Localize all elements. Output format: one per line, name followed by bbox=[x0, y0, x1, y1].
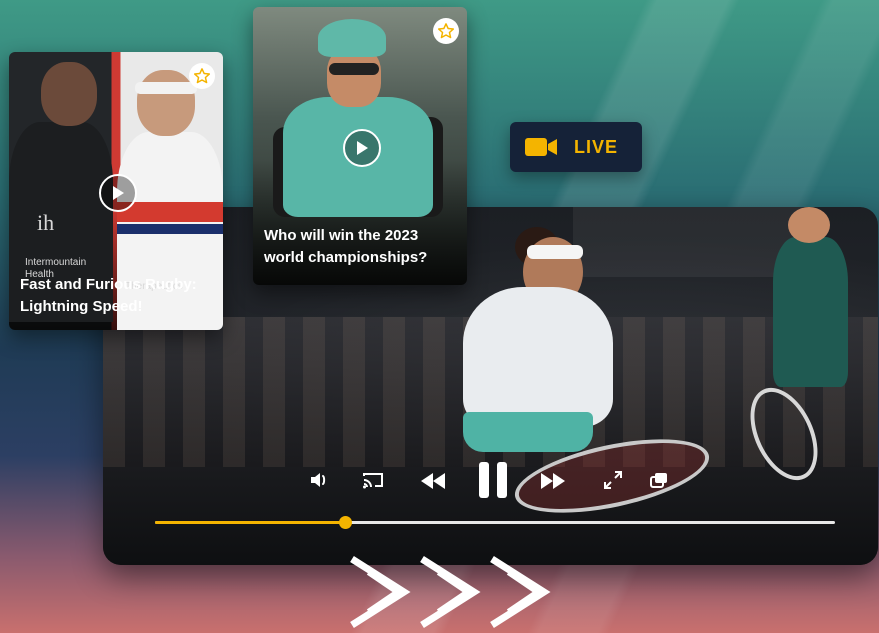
picture-in-picture-icon bbox=[650, 473, 667, 488]
card-title: Who will win the 2023 world championship… bbox=[264, 227, 428, 266]
progress-thumb[interactable] bbox=[339, 516, 352, 529]
fullscreen-button[interactable] bbox=[601, 469, 625, 491]
fullscreen-icon bbox=[604, 471, 622, 489]
play-button[interactable] bbox=[343, 129, 381, 167]
video-card-rugby[interactable]: ih Intermountain Health Therapeutics Fas… bbox=[9, 52, 223, 330]
player-head-right bbox=[137, 70, 195, 136]
chevrons-decoration bbox=[350, 556, 551, 628]
rewind-icon bbox=[421, 473, 445, 489]
play-icon bbox=[357, 141, 368, 155]
rewind-button[interactable] bbox=[419, 469, 447, 493]
jersey-stripe-red bbox=[117, 202, 223, 222]
live-badge: LIVE bbox=[510, 122, 642, 172]
cast-icon bbox=[363, 473, 383, 489]
cyclist-glasses bbox=[329, 63, 379, 75]
volume-icon bbox=[311, 473, 326, 487]
sponsor-line: Intermountain bbox=[25, 257, 87, 268]
picture-in-picture-button[interactable] bbox=[647, 469, 671, 491]
volume-button[interactable] bbox=[308, 469, 330, 491]
video-camera-icon bbox=[525, 138, 557, 156]
play-button[interactable] bbox=[99, 174, 137, 212]
player-headband bbox=[527, 245, 583, 259]
player-skirt bbox=[463, 412, 593, 452]
favorite-button[interactable] bbox=[433, 18, 459, 44]
cyclist-helmet bbox=[318, 19, 386, 57]
play-icon bbox=[113, 186, 124, 200]
star-icon bbox=[193, 68, 211, 84]
star-icon bbox=[437, 23, 455, 39]
pause-button[interactable] bbox=[475, 459, 511, 501]
fast-forward-button[interactable] bbox=[539, 469, 567, 493]
favorite-button[interactable] bbox=[189, 63, 215, 89]
player-headband bbox=[135, 82, 197, 94]
arena-banner bbox=[573, 207, 803, 277]
video-card-cycling[interactable]: Who will win the 2023 world championship… bbox=[253, 7, 467, 285]
fast-forward-icon bbox=[541, 473, 565, 489]
player-figure-right bbox=[773, 237, 848, 387]
player-head-left bbox=[41, 62, 97, 126]
live-label: LIVE bbox=[574, 136, 619, 157]
cast-button[interactable] bbox=[361, 469, 385, 491]
player-head-right bbox=[788, 207, 830, 243]
jersey-stripe-blue bbox=[117, 224, 223, 234]
card-title: Fast and Furious Rugby: Lightning Speed! bbox=[20, 276, 197, 315]
progress-fill bbox=[155, 521, 345, 524]
pause-icon bbox=[479, 462, 507, 498]
sponsor-logo: ih bbox=[37, 210, 55, 235]
player-figure bbox=[463, 287, 613, 427]
